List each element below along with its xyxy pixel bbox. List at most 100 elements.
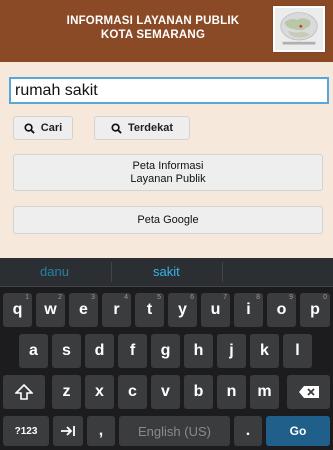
key-t[interactable]: 5t [135,293,164,327]
key-label: e [79,301,88,318]
suggestion-item[interactable]: danu [40,264,69,279]
key-f[interactable]: f [118,334,147,368]
space-key[interactable]: English (US) [119,416,230,446]
key-label: s [62,342,71,359]
symbols-key[interactable]: ?123 [3,416,49,446]
key-a[interactable]: a [19,334,48,368]
peta-info-line2: Layanan Publik [130,172,206,185]
backspace-icon [298,386,319,398]
comma-key[interactable]: , [87,416,115,446]
key-label: m [257,383,272,400]
header-title-line1: INFORMASI LAYANAN PUBLIK [66,15,240,27]
globe-map-icon [273,6,325,52]
key-hint: 2 [58,294,62,301]
key-hint: 6 [190,294,194,301]
peta-info-line1: Peta Informasi [132,159,204,172]
backspace-key[interactable] [287,375,330,409]
key-n[interactable]: n [217,375,246,409]
tab-key[interactable] [53,416,83,446]
key-b[interactable]: b [184,375,213,409]
key-label: t [146,301,153,318]
search-icon [111,122,122,134]
key-label: c [128,383,137,400]
key-r[interactable]: 4r [102,293,131,327]
search-icon [24,122,35,134]
key-hint: 3 [91,294,95,301]
key-label: r [113,301,120,318]
tab-arrow-icon [61,426,75,436]
peta-google-button[interactable]: Peta Google [13,206,323,234]
key-hint: 5 [157,294,161,301]
key-label: j [229,342,234,359]
key-hint: 7 [223,294,227,301]
key-y[interactable]: 6y [168,293,197,327]
key-hint: 4 [124,294,128,301]
period-key[interactable]: . [234,416,262,446]
key-h[interactable]: h [184,334,213,368]
key-label: k [260,342,269,359]
key-label: l [295,342,300,359]
suggestion-strip: danu sakit [0,258,333,287]
key-label: . [245,422,251,439]
app-header: INFORMASI LAYANAN PUBLIK KOTA SEMARANG [0,0,333,64]
key-i[interactable]: 8i [234,293,263,327]
key-label: o [276,301,287,318]
key-hint: 1 [25,294,29,301]
search-input[interactable] [9,77,329,104]
key-label: v [161,383,170,400]
key-label: a [29,342,38,359]
key-label: i [246,301,251,318]
key-j[interactable]: j [217,334,246,368]
peta-informasi-button[interactable]: Peta Informasi Layanan Publik [13,154,323,191]
peta-google-label: Peta Google [137,214,199,226]
key-label: g [160,342,171,359]
go-key-label: Go [289,424,307,438]
key-d[interactable]: d [85,334,114,368]
key-w[interactable]: 2w [36,293,65,327]
soft-keyboard: danu sakit 1q 2w 3e 4r 5t 6y 7u 8i 9o 0p… [0,258,333,450]
header-title: INFORMASI LAYANAN PUBLIK KOTA SEMARANG [40,14,266,42]
suggestion-divider [111,262,112,282]
key-c[interactable]: c [118,375,147,409]
terdekat-button-label: Terdekat [127,122,174,134]
key-label: , [98,422,104,439]
suggestion-divider [222,262,223,282]
key-label: x [95,383,104,400]
key-hint: 9 [289,294,293,301]
cari-button-label: Cari [40,122,63,134]
go-key[interactable]: Go [266,416,330,446]
key-q[interactable]: 1q [3,293,32,327]
key-z[interactable]: z [52,375,81,409]
key-hint: 0 [323,294,327,301]
key-label: b [193,383,204,400]
key-s[interactable]: s [52,334,81,368]
terdekat-button[interactable]: Terdekat [94,116,190,140]
key-label: p [310,301,320,318]
key-m[interactable]: m [250,375,279,409]
shift-key[interactable] [3,375,45,409]
suggestion-item[interactable]: sakit [153,264,180,279]
shift-arrow-icon [15,384,33,400]
key-p[interactable]: 0p [300,293,330,327]
key-g[interactable]: g [151,334,180,368]
main-content: Cari Terdekat Peta Informasi Layanan Pub… [0,62,333,258]
space-key-label: English (US) [138,423,211,439]
key-x[interactable]: x [85,375,114,409]
key-label: d [94,342,105,359]
header-title-line2: KOTA SEMARANG [100,29,206,41]
key-label: h [193,342,204,359]
key-label: ?123 [14,425,38,437]
key-label: n [226,383,237,400]
key-o[interactable]: 9o [267,293,296,327]
cari-button[interactable]: Cari [13,116,73,140]
key-hint: 8 [256,294,260,301]
key-l[interactable]: l [283,334,312,368]
key-k[interactable]: k [250,334,279,368]
key-label: f [129,342,136,359]
key-u[interactable]: 7u [201,293,230,327]
key-e[interactable]: 3e [69,293,98,327]
key-label: z [62,383,71,400]
key-label: y [178,301,187,318]
key-v[interactable]: v [151,375,180,409]
key-label: u [210,301,221,318]
